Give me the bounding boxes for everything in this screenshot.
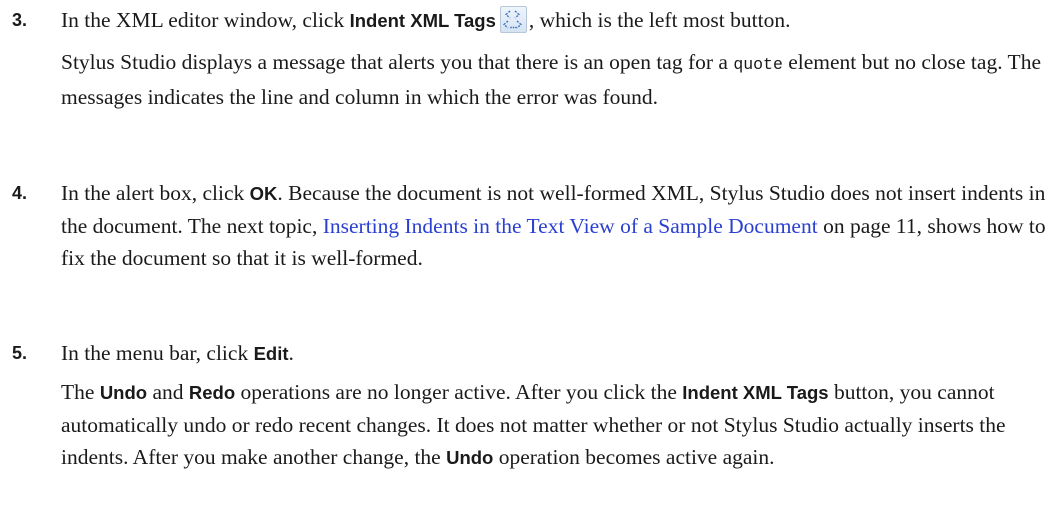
text-run: In the menu bar, click [61, 341, 254, 365]
indent-xml-tags-icon [499, 6, 527, 33]
indent-xml-tags-label: Indent XML Tags [682, 382, 829, 403]
text-run: The [61, 380, 100, 404]
text-run: and [147, 380, 189, 404]
undo-label: Undo [99, 382, 148, 403]
cross-reference-link[interactable]: Inserting Indents in the Text View of a … [323, 214, 818, 238]
step-5-instruction: In the menu bar, click Edit. [61, 337, 1051, 370]
step-4-instruction: In the alert box, click OK. Because the … [61, 177, 1051, 274]
step-3-instruction: In the XML editor window, click Indent X… [61, 4, 1051, 37]
text-run: . [288, 341, 294, 365]
text-run: , which is the left most button. [528, 8, 791, 32]
text-run: Stylus Studio displays a message that al… [61, 50, 734, 74]
code-quote: quote [733, 55, 783, 74]
text-run: In the XML editor window, click [61, 8, 350, 32]
step-number: 3. [12, 10, 28, 30]
step-number: 4. [12, 183, 28, 203]
document-page: 3. In the XML editor window, click Inden… [0, 0, 1057, 505]
step-3-explanation: Stylus Studio displays a message that al… [61, 46, 1051, 113]
text-run: operation becomes active again. [493, 445, 775, 469]
text-run: operations are no longer active. After y… [235, 380, 683, 404]
step-number: 5. [12, 343, 28, 363]
undo-label: Undo [446, 447, 494, 468]
ok-label: OK [249, 183, 278, 204]
step-5-explanation: The Undo and Redo operations are no long… [61, 376, 1051, 474]
edit-label: Edit [253, 343, 289, 364]
redo-label: Redo [188, 382, 236, 403]
indent-xml-tags-label: Indent XML Tags [349, 10, 496, 31]
text-run: In the alert box, click [61, 181, 250, 205]
